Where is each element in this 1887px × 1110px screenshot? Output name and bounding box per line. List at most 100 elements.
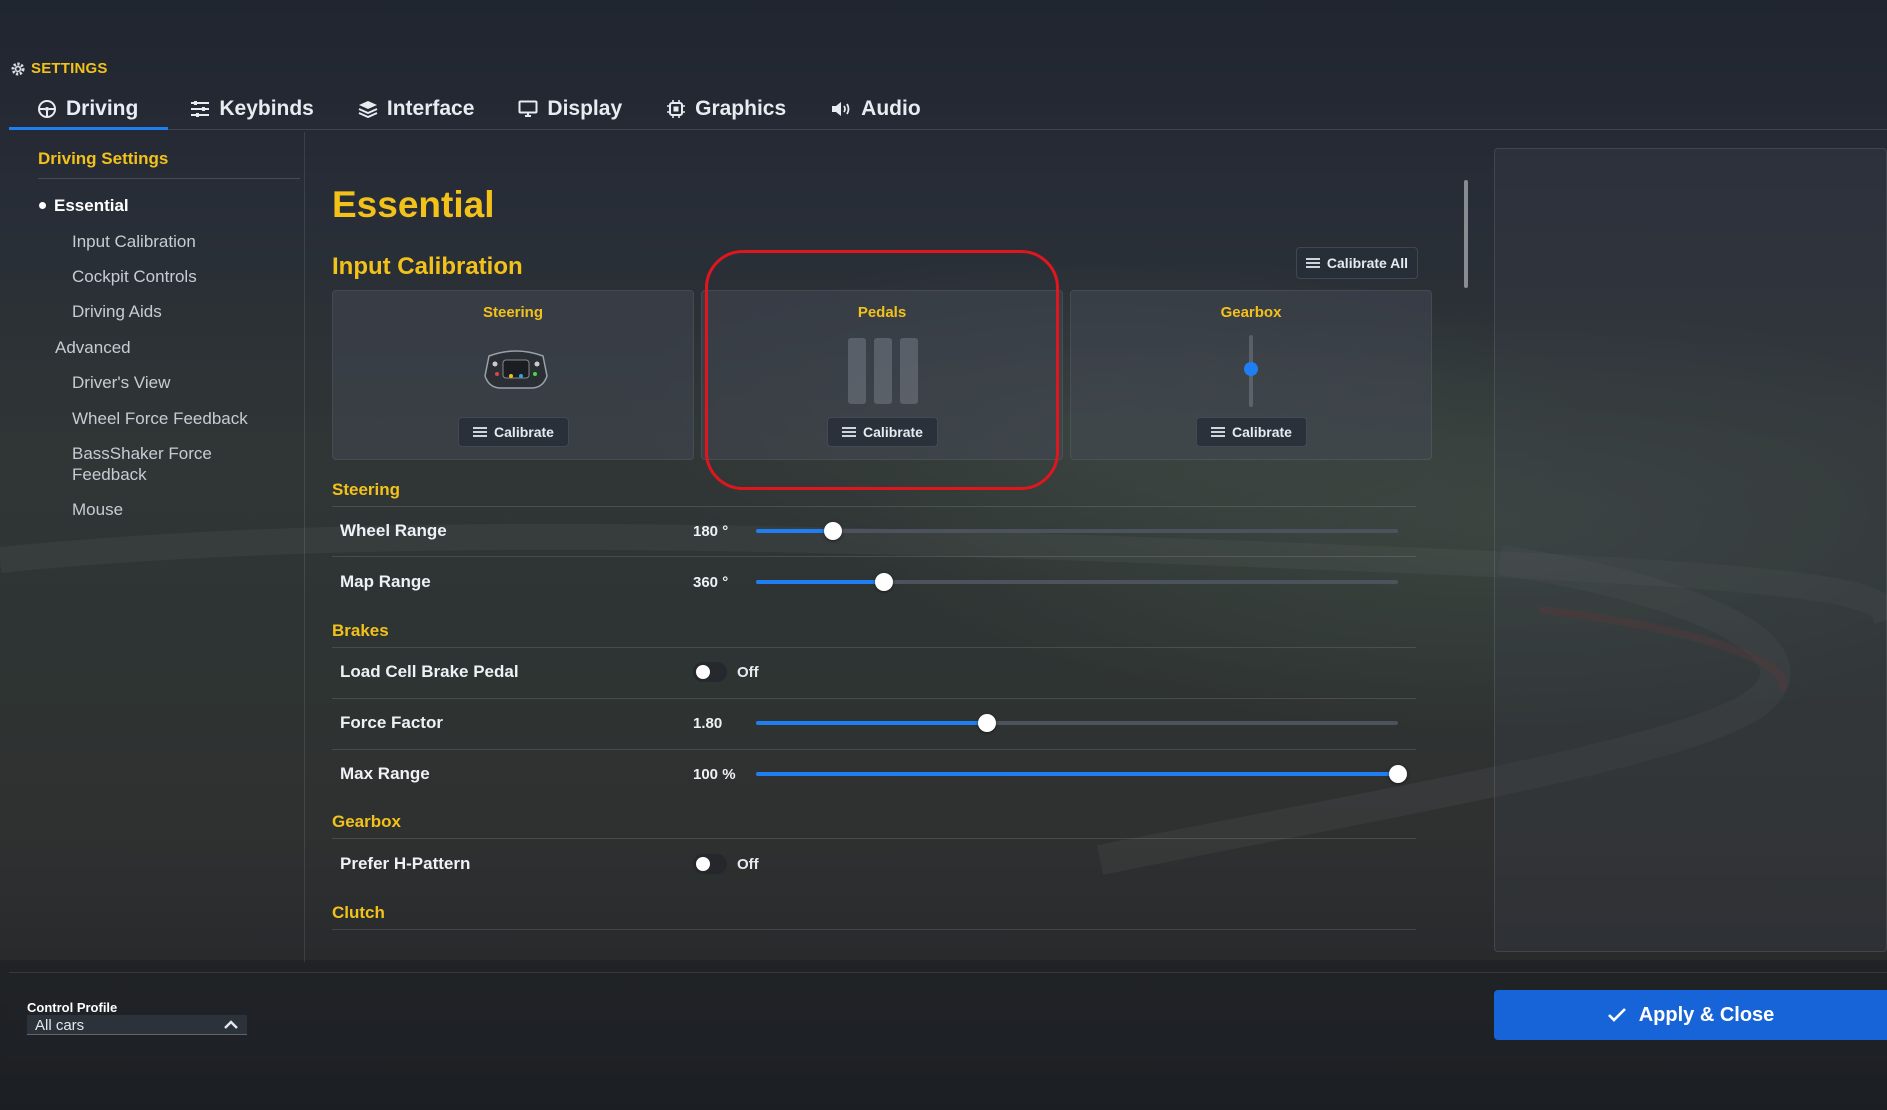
slider-thumb[interactable] [875,573,894,591]
apply-close-button[interactable]: Apply & Close [1494,990,1887,1040]
tab-audio[interactable]: Audio [808,88,942,129]
sidebar-item-advanced[interactable]: Advanced [55,337,131,358]
calibrate-all-label: Calibrate All [1326,255,1409,271]
slider-thumb[interactable] [978,714,997,732]
section-title-input-calibration: Input Calibration [332,253,523,280]
gearbox-slider-icon [1243,335,1259,407]
load-cell-state: Off [737,664,759,681]
tab-label: Interface [386,96,475,120]
sidebar-item-drivers-view[interactable]: Driver's View [72,372,170,393]
content-scrollbar[interactable] [1464,180,1468,288]
calibrate-label: Calibrate [494,424,554,440]
sidebar-item-essential[interactable]: Essential [54,195,129,216]
sidebar: Driving Settings Essential Input Calibra… [9,132,305,962]
calibration-card-pedals: Pedals Calibrate [701,290,1063,460]
card-title: Gearbox [1220,304,1282,321]
force-factor-slider[interactable] [756,714,1398,732]
divider [332,556,1416,557]
max-range-slider[interactable] [756,765,1407,783]
map-range-slider[interactable] [756,573,1398,591]
section-steering: Steering [332,480,401,499]
prefer-h-pattern-toggle[interactable] [693,854,727,874]
calibration-card-steering: Steering Calibrate [332,290,694,460]
sliders-icon [190,100,210,118]
load-cell-brake-pedal-label: Load Cell Brake Pedal [340,662,519,681]
tab-label: Display [547,96,623,120]
slider-thumb[interactable] [824,522,843,540]
toggle-knob [696,665,710,679]
control-profile-value: All cars [35,1017,85,1034]
sidebar-item-mouse[interactable]: Mouse [72,499,123,520]
calibrate-gearbox-button[interactable]: Calibrate [1196,417,1307,447]
max-range-label: Max Range [340,764,430,783]
divider [332,749,1416,750]
tab-label: Audio [861,96,921,120]
tab-keybinds[interactable]: Keybinds [168,88,336,129]
divider [332,698,1416,699]
calibrate-all-button[interactable]: Calibrate All [1296,247,1418,279]
section-clutch: Clutch [332,903,385,922]
sidebar-item-cockpit-controls[interactable]: Cockpit Controls [72,266,197,287]
check-icon [1607,1007,1627,1023]
tab-label: Graphics [695,96,787,120]
tab-display[interactable]: Display [496,88,644,129]
load-cell-brake-pedal-toggle[interactable] [693,662,727,682]
section-gearbox: Gearbox [332,812,401,831]
calibrate-pedals-button[interactable]: Calibrate [827,417,938,447]
settings-tabs: Driving Keybinds Interface Display Graph… [9,88,1887,130]
map-range-value: 360 ° [693,574,729,591]
sidebar-item-bassshaker-force-feedback[interactable]: BassShaker Force Feedback [72,443,252,485]
tab-label: Keybinds [219,96,314,120]
monitor-icon [518,100,538,118]
slider-fill [756,580,885,584]
toggle-knob [696,857,710,871]
wheel-range-slider[interactable] [756,522,1398,540]
sidebar-heading: Driving Settings [38,149,169,168]
wheel-range-label: Wheel Range [340,521,447,540]
divider [332,647,1416,648]
sidebar-item-input-calibration[interactable]: Input Calibration [72,231,196,252]
card-title: Pedals [857,304,907,321]
calibration-card-gearbox: Gearbox Calibrate [1070,290,1432,460]
sliders-icon [1305,257,1320,269]
gear-icon [10,61,26,77]
preview-panel [1494,148,1887,952]
sidebar-divider [38,178,300,179]
chip-icon [666,99,686,119]
slider-fill [756,721,988,725]
tab-driving[interactable]: Driving [9,88,169,130]
max-range-value: 100 % [693,766,736,783]
prefer-h-pattern-label: Prefer H-Pattern [340,854,471,873]
divider [332,838,1416,839]
apply-close-label: Apply & Close [1638,1003,1775,1026]
section-brakes: Brakes [332,621,389,640]
tab-graphics[interactable]: Graphics [644,88,808,129]
active-bullet-icon [39,202,46,209]
chevron-up-icon [223,1018,239,1036]
prefer-h-pattern-state: Off [737,856,759,873]
steering-wheel-icon [37,99,57,119]
sliders-icon [1211,426,1226,438]
divider [332,506,1416,507]
steering-wheel-icon [483,346,549,390]
speaker-icon [830,100,852,118]
wheel-range-value: 180 ° [693,523,729,540]
calibrate-steering-button[interactable]: Calibrate [458,417,569,447]
slider-thumb[interactable] [1389,765,1407,783]
settings-content: Essential Input Calibration Calibrate Al… [320,132,1445,962]
sliders-icon [842,426,857,438]
card-title: Steering [482,304,543,321]
sidebar-item-driving-aids[interactable]: Driving Aids [72,301,162,322]
slider-fill [756,529,834,533]
control-profile-select[interactable]: All cars [27,1015,247,1035]
control-profile-label: Control Profile [27,1000,118,1015]
slider-fill [756,772,1398,776]
tab-interface[interactable]: Interface [336,88,497,129]
page-title: Essential [332,184,495,225]
force-factor-label: Force Factor [340,713,443,732]
settings-title-text: SETTINGS [31,60,108,77]
sidebar-item-wheel-force-feedback[interactable]: Wheel Force Feedback [72,408,248,429]
layers-icon [358,100,378,118]
calibrate-label: Calibrate [1232,424,1292,440]
calibrate-label: Calibrate [863,424,923,440]
